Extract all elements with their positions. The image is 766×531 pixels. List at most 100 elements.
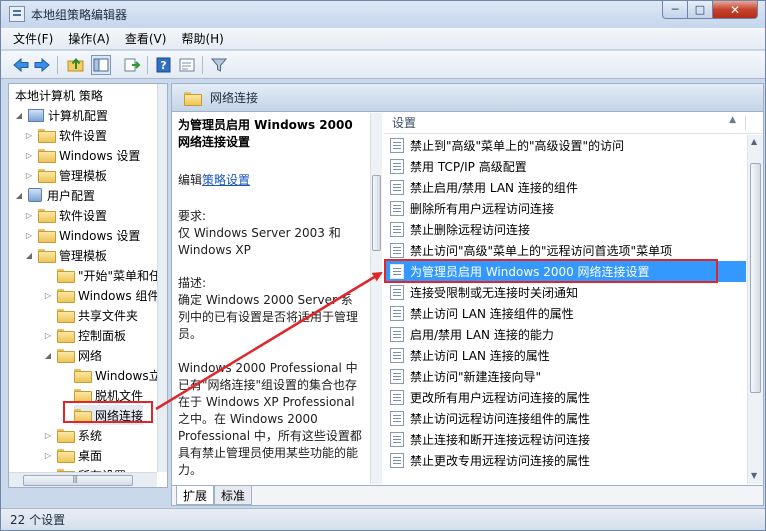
menu-view[interactable]: 查看(V) — [125, 30, 167, 47]
tree-item-user-windows-settings[interactable]: ▷ Windows 设置 — [25, 225, 140, 245]
close-button[interactable]: ✕ — [712, 1, 758, 19]
expander-icon[interactable]: ▷ — [25, 130, 33, 140]
tree-item-offline-files[interactable]: 脱机文件 — [74, 385, 143, 405]
list-vertical-scrollbar[interactable]: ▲ ▼ — [747, 135, 763, 484]
folder-icon — [38, 149, 56, 163]
folder-icon — [38, 169, 56, 183]
expander-icon[interactable]: ▷ — [44, 450, 52, 460]
menu-file[interactable]: 文件(F) — [13, 30, 53, 47]
toolbar-separator — [147, 56, 148, 74]
scrollbar-thumb[interactable] — [372, 175, 381, 251]
tree-item-user-config[interactable]: ◢ 用户配置 — [15, 185, 95, 205]
properties-icon[interactable] — [177, 55, 197, 75]
tree-item-shared-folders[interactable]: 共享文件夹 — [57, 305, 138, 325]
description-text: 确定 Windows 2000 Server 系列中的已有设置是否将适用于管理员… — [178, 293, 359, 341]
back-icon[interactable] — [11, 55, 31, 75]
tree-item-control-panel[interactable]: ▷ 控制面板 — [44, 325, 126, 345]
description-scrollbar[interactable] — [370, 113, 382, 484]
policy-setting-icon — [390, 327, 404, 342]
scroll-up-icon[interactable]: ▲ — [751, 137, 757, 146]
maximize-button[interactable]: □ — [687, 1, 713, 19]
expander-icon[interactable]: ▷ — [44, 290, 52, 300]
list-item[interactable]: 禁止删除远程访问连接 — [384, 219, 746, 240]
list-item[interactable]: 禁止访问"新建连接向导" — [384, 366, 746, 387]
tree-horizontal-scrollbar[interactable] — [9, 472, 157, 487]
list-item-label: 禁止删除远程访问连接 — [410, 223, 531, 237]
forward-icon[interactable] — [32, 55, 52, 75]
folder-icon — [74, 389, 92, 403]
policy-setting-icon — [390, 243, 404, 258]
tree-item-software-settings[interactable]: ▷ 软件设置 — [25, 125, 107, 145]
list-item[interactable]: 启用/禁用 LAN 连接的能力 — [384, 324, 746, 345]
column-header-label: 设置 — [392, 116, 417, 130]
list-item-label: 禁用 TCP/IP 高级配置 — [410, 160, 527, 174]
menu-action[interactable]: 操作(A) — [68, 30, 110, 47]
export-list-icon[interactable] — [122, 55, 142, 75]
description-title: 为管理员启用 Windows 2000 网络连接设置 — [178, 118, 353, 149]
tree-item-desktop[interactable]: ▷ 桌面 — [44, 445, 102, 465]
list-item[interactable]: 删除所有用户远程访问连接 — [384, 198, 746, 219]
list-item[interactable]: 禁止访问远程访问连接组件的属性 — [384, 408, 746, 429]
show-hide-tree-icon[interactable] — [91, 55, 111, 75]
list-item-label: 连接受限制或无连接时关闭通知 — [410, 286, 579, 300]
expander-icon[interactable]: ▷ — [25, 150, 33, 160]
list-item-selected[interactable]: 为管理员启用 Windows 2000 网络连接设置 — [384, 261, 746, 282]
tree-item-system[interactable]: ▷ 系统 — [44, 425, 102, 445]
expander-icon[interactable]: ▷ — [25, 230, 33, 240]
tree-item-user-admin-templates[interactable]: ◢ 管理模板 — [25, 245, 107, 265]
scrollbar-thumb[interactable] — [750, 163, 761, 393]
list-item[interactable]: 禁止启用/禁用 LAN 连接的组件 — [384, 177, 746, 198]
policy-setting-icon — [390, 411, 404, 426]
tree-item-root[interactable]: 本地计算机 策略 — [15, 85, 103, 105]
edit-prefix: 编辑 — [178, 173, 203, 187]
list-item[interactable]: 禁止到"高级"菜单上的"高级设置"的访问 — [384, 135, 746, 156]
settings-list[interactable]: 禁止到"高级"菜单上的"高级设置"的访问 禁用 TCP/IP 高级配置 禁止启用… — [384, 135, 746, 484]
tree-item-windows-connect-now[interactable]: Windows立即 — [74, 365, 167, 385]
tree-item-windows-settings[interactable]: ▷ Windows 设置 — [25, 145, 140, 165]
expander-icon[interactable]: ◢ — [44, 350, 52, 360]
tree-item-admin-templates[interactable]: ▷ 管理模板 — [25, 165, 107, 185]
tree-item-start-menu[interactable]: "开始"菜单和任 — [57, 265, 161, 285]
tree-item-label: 共享文件夹 — [78, 308, 139, 323]
folder-icon — [57, 289, 75, 303]
tree-vertical-scrollbar[interactable] — [157, 84, 167, 472]
list-item[interactable]: 禁止访问 LAN 连接的属性 — [384, 345, 746, 366]
expander-icon[interactable]: ◢ — [15, 110, 23, 120]
scrollbar-thumb[interactable] — [23, 474, 133, 486]
list-item[interactable]: 连接受限制或无连接时关闭通知 — [384, 282, 746, 303]
tree-item-windows-components[interactable]: ▷ Windows 组件 — [44, 285, 159, 305]
tree-item-user-software-settings[interactable]: ▷ 软件设置 — [25, 205, 107, 225]
menu-help[interactable]: 帮助(H) — [181, 30, 223, 47]
list-item[interactable]: 禁止访问 LAN 连接组件的属性 — [384, 303, 746, 324]
filter-icon[interactable] — [209, 55, 229, 75]
help-icon[interactable]: ? — [154, 55, 174, 75]
expander-icon[interactable]: ◢ — [25, 250, 33, 260]
scroll-down-icon[interactable]: ▼ — [751, 471, 757, 480]
expander-icon[interactable]: ▷ — [25, 210, 33, 220]
requirements-label: 要求: — [178, 209, 207, 223]
details-header-title: 网络连接 — [210, 91, 259, 105]
column-header-setting[interactable]: 设置 ▲ — [384, 112, 763, 134]
column-divider[interactable] — [745, 116, 746, 130]
policy-setting-icon — [390, 453, 404, 468]
tree-item-computer-config[interactable]: ◢ 计算机配置 — [15, 105, 108, 125]
tab-extended[interactable]: 扩展 — [176, 486, 215, 505]
expander-icon[interactable]: ▷ — [44, 430, 52, 440]
expander-icon[interactable]: ▷ — [25, 170, 33, 180]
tree-pane[interactable]: 本地计算机 策略 ◢ 计算机配置 ▷ 软件设置 ▷ Windows 设置 ▷ 管… — [8, 83, 168, 488]
expander-icon[interactable]: ◢ — [15, 190, 23, 200]
list-item[interactable]: 禁止更改专用远程访问连接的属性 — [384, 450, 746, 471]
tab-standard[interactable]: 标准 — [214, 486, 253, 505]
list-item[interactable]: 更改所有用户远程访问连接的属性 — [384, 387, 746, 408]
edit-policy-link[interactable]: 策略设置 — [202, 173, 250, 187]
tree-item-network[interactable]: ◢ 网络 — [44, 345, 102, 365]
up-folder-icon[interactable] — [66, 55, 86, 75]
list-item[interactable]: 禁用 TCP/IP 高级配置 — [384, 156, 746, 177]
list-item[interactable]: 禁止连接和断开连接远程访问连接 — [384, 429, 746, 450]
expander-icon[interactable]: ▷ — [44, 330, 52, 340]
folder-icon — [74, 409, 92, 423]
list-item[interactable]: 禁止访问"高级"菜单上的"远程访问首选项"菜单项 — [384, 240, 746, 261]
tree-item-network-connections[interactable]: 网络连接 — [74, 405, 144, 425]
policy-setting-icon — [390, 348, 404, 363]
minimize-button[interactable]: ─ — [662, 1, 688, 19]
